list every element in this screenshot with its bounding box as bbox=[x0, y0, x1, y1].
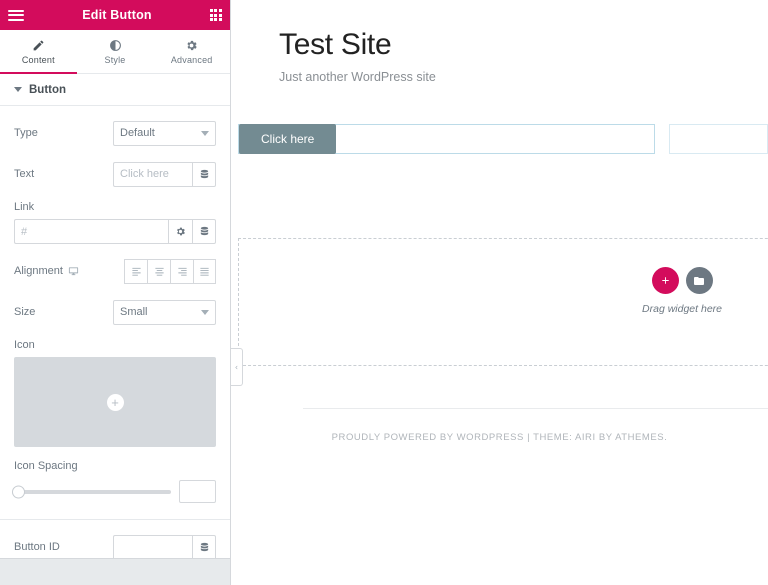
align-right-icon bbox=[177, 266, 188, 277]
database-icon bbox=[199, 542, 210, 553]
site-footer-credit: PROUDLY POWERED BY WORDPRESS | THEME: AI… bbox=[231, 432, 768, 443]
panel-tabs: Content Style Advanced bbox=[0, 30, 230, 74]
hamburger-menu-icon[interactable] bbox=[8, 10, 24, 21]
slider-handle[interactable] bbox=[12, 485, 25, 498]
control-text: Text bbox=[14, 160, 216, 188]
control-icon-label: Icon bbox=[14, 339, 216, 351]
footer-separator bbox=[303, 408, 768, 409]
link-options-gear-icon[interactable] bbox=[168, 219, 192, 244]
control-button-id: Button ID bbox=[14, 533, 216, 558]
align-center-button[interactable] bbox=[147, 259, 170, 284]
panel-footer-strip bbox=[0, 558, 230, 585]
add-icon: + bbox=[107, 394, 124, 411]
tab-style-label: Style bbox=[105, 55, 126, 65]
control-icon-spacing: Icon Spacing bbox=[14, 460, 216, 503]
template-library-button[interactable] bbox=[686, 267, 713, 294]
align-right-button[interactable] bbox=[170, 259, 193, 284]
section-button-header[interactable]: Button bbox=[0, 74, 230, 106]
tab-advanced-label: Advanced bbox=[171, 55, 213, 65]
type-select-value: Default bbox=[120, 127, 155, 139]
desktop-icon[interactable] bbox=[68, 266, 79, 277]
align-left-icon bbox=[131, 266, 142, 277]
control-text-label: Text bbox=[14, 168, 113, 180]
size-select-value: Small bbox=[120, 306, 148, 318]
control-type-label: Type bbox=[14, 127, 113, 139]
selected-button-widget[interactable]: Click here bbox=[238, 124, 655, 154]
link-input-group bbox=[14, 219, 216, 244]
icon-spacing-slider[interactable] bbox=[14, 490, 171, 494]
text-dynamic-tags-icon[interactable] bbox=[192, 162, 216, 187]
icon-spacing-value-input[interactable] bbox=[179, 480, 216, 503]
size-select[interactable]: Small bbox=[113, 300, 216, 325]
link-dynamic-tags-icon[interactable] bbox=[192, 219, 216, 244]
add-widget-button[interactable] bbox=[652, 267, 679, 294]
grid-icon[interactable] bbox=[210, 9, 222, 21]
widget-dropzone[interactable]: Drag widget here bbox=[238, 238, 768, 366]
control-icon: Icon + bbox=[14, 339, 216, 447]
tab-style[interactable]: Style bbox=[77, 30, 154, 73]
panel-header: Edit Button bbox=[0, 0, 230, 30]
preview-button[interactable]: Click here bbox=[239, 124, 336, 154]
control-type: Type Default bbox=[14, 119, 216, 147]
control-icon-spacing-label: Icon Spacing bbox=[14, 460, 216, 472]
align-center-icon bbox=[154, 266, 165, 277]
tab-content-label: Content bbox=[22, 55, 55, 65]
chevron-down-icon bbox=[201, 310, 209, 315]
panel-collapse-handle[interactable] bbox=[231, 348, 243, 386]
gear-icon bbox=[185, 39, 198, 52]
control-link-label: Link bbox=[14, 201, 216, 213]
section-button-title: Button bbox=[29, 84, 66, 96]
alignment-label-text: Alignment bbox=[14, 265, 63, 277]
panel-body: Type Default Text bbox=[0, 106, 230, 558]
control-alignment: Alignment bbox=[14, 257, 216, 285]
editor-panel: Edit Button Content Style bbox=[0, 0, 231, 585]
control-size-label: Size bbox=[14, 306, 113, 318]
caret-down-icon bbox=[14, 87, 22, 92]
panel-divider bbox=[0, 519, 230, 520]
button-id-input-group bbox=[113, 535, 216, 559]
align-left-button[interactable] bbox=[124, 259, 147, 284]
control-link: Link bbox=[14, 201, 216, 244]
site-title: Test Site bbox=[231, 0, 768, 62]
database-icon bbox=[199, 226, 210, 237]
database-icon bbox=[199, 169, 210, 180]
site-tagline: Just another WordPress site bbox=[231, 62, 768, 84]
control-size: Size Small bbox=[14, 298, 216, 326]
icon-picker-dropzone[interactable]: + bbox=[14, 357, 216, 447]
folder-icon bbox=[693, 275, 705, 287]
pencil-icon bbox=[32, 39, 45, 52]
control-alignment-label: Alignment bbox=[14, 265, 124, 277]
chevron-left-icon bbox=[233, 364, 240, 371]
button-id-input[interactable] bbox=[113, 535, 192, 559]
contrast-icon bbox=[109, 39, 122, 52]
preview-canvas: Test Site Just another WordPress site Cl… bbox=[231, 0, 768, 585]
dropzone-actions bbox=[652, 267, 713, 294]
plus-icon bbox=[660, 275, 671, 286]
align-justify-icon bbox=[199, 266, 210, 277]
dropzone-content: Drag widget here bbox=[642, 267, 722, 315]
dropzone-label: Drag widget here bbox=[642, 303, 722, 315]
link-input[interactable] bbox=[14, 219, 168, 244]
type-select[interactable]: Default bbox=[113, 121, 216, 146]
button-id-dynamic-tags-icon[interactable] bbox=[192, 535, 216, 559]
elementor-editor: Edit Button Content Style bbox=[0, 0, 768, 585]
button-widget-section: Click here bbox=[231, 124, 768, 154]
icon-spacing-slider-row bbox=[14, 480, 216, 503]
align-justify-button[interactable] bbox=[193, 259, 216, 284]
empty-column[interactable] bbox=[669, 124, 768, 154]
gear-icon bbox=[175, 226, 186, 237]
control-button-id-label: Button ID bbox=[14, 541, 113, 553]
panel-title: Edit Button bbox=[82, 8, 152, 22]
tab-content[interactable]: Content bbox=[0, 30, 77, 73]
tab-advanced[interactable]: Advanced bbox=[153, 30, 230, 73]
alignment-button-group bbox=[124, 259, 216, 284]
chevron-down-icon bbox=[201, 131, 209, 136]
text-input-group bbox=[113, 162, 216, 187]
text-input[interactable] bbox=[113, 162, 192, 187]
